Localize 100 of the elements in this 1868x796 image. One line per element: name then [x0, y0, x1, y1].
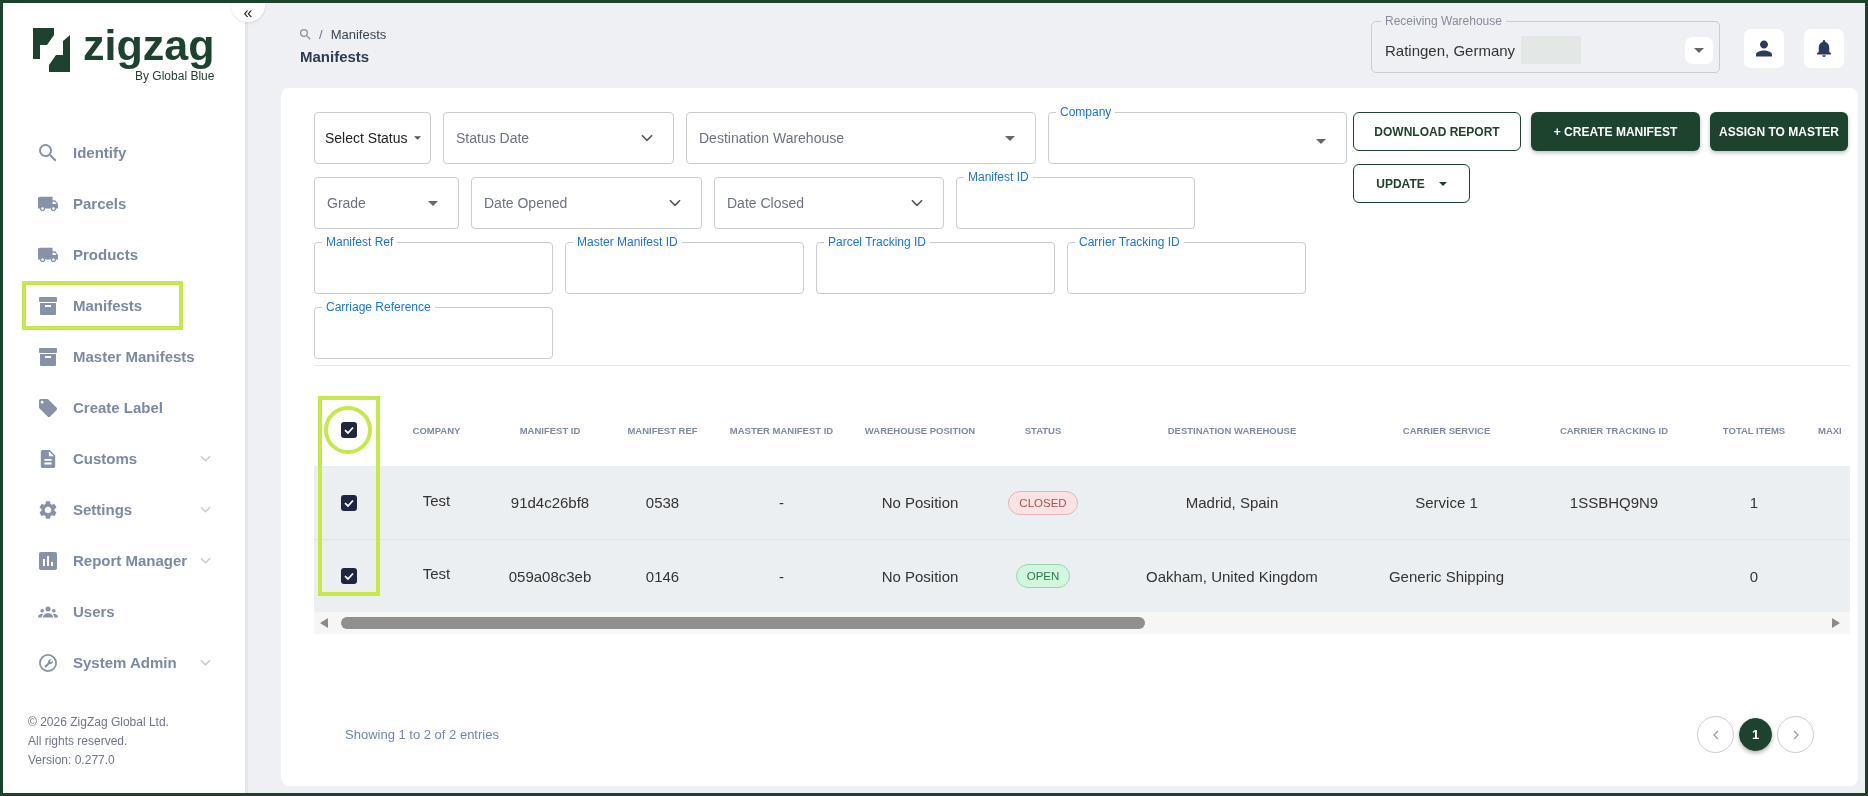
column-header: MANIFEST ID — [519, 424, 581, 436]
search-icon — [300, 28, 311, 40]
table-cell: Oakham, United Kingdom — [1146, 567, 1318, 585]
column-header: TOTAL ITEMS — [1722, 424, 1786, 436]
column-header: MAXI — [1818, 424, 1842, 436]
page-title: Manifests — [300, 47, 371, 65]
bell-icon — [1816, 40, 1832, 57]
chevron-down-icon — [669, 199, 681, 207]
dropdown-field[interactable]: Destination Warehouse — [686, 112, 1036, 164]
column-header: CARRIER TRACKING ID — [1559, 424, 1669, 436]
status-select[interactable]: Select Status — [314, 112, 431, 164]
person-icon — [1756, 40, 1772, 57]
sidebar-item[interactable]: Manifests — [22, 281, 225, 330]
input-field[interactable]: Manifest Ref — [314, 235, 553, 294]
scrollbar-thumb[interactable] — [341, 617, 1145, 629]
checkbox[interactable] — [341, 568, 357, 584]
notifications-button[interactable] — [1804, 29, 1844, 68]
table-cell: 91d4c26bf8 — [510, 494, 590, 511]
action-button[interactable]: ASSIGN TO MASTER — [1710, 112, 1848, 151]
sidebar-item[interactable]: System Admin — [22, 638, 225, 687]
logo-tagline: By Global Blue — [135, 69, 215, 83]
chevron-right-icon — [1792, 729, 1799, 740]
sidebar-item[interactable]: Customs — [22, 434, 225, 483]
chevron-down-icon — [200, 659, 211, 666]
sidebar-item[interactable]: Settings — [22, 485, 225, 534]
footer-text: All rights reserved. — [28, 733, 129, 750]
right-arrow-icon[interactable] — [1832, 618, 1840, 628]
table-cell: 1SSBHQ9N9 — [1569, 494, 1659, 511]
footer-text: Version: 0.277.0 — [28, 752, 116, 769]
checkbox[interactable] — [341, 422, 357, 438]
checkbox[interactable] — [341, 494, 357, 511]
column-header: WAREHOUSE POSITION — [864, 424, 976, 436]
left-arrow-icon[interactable] — [320, 618, 328, 628]
tag-icon — [38, 398, 58, 417]
action-button[interactable]: + CREATE MANIFEST — [1531, 112, 1700, 151]
column-header: MASTER MANIFEST ID — [729, 424, 834, 436]
chevron-down-icon — [200, 557, 211, 564]
dropdown-field[interactable]: Grade — [314, 177, 459, 229]
table-cell: 0 — [1749, 567, 1759, 585]
table-cell: - — [779, 494, 784, 511]
caret-icon — [1005, 135, 1015, 141]
archive-box-icon — [38, 296, 58, 315]
date-field[interactable]: Date Closed — [714, 177, 944, 229]
sidebar-item[interactable]: Users — [22, 587, 225, 636]
input-field[interactable]: Manifest ID — [956, 170, 1195, 229]
table-cell: Test — [422, 565, 451, 582]
chevron-down-icon — [641, 134, 653, 142]
page-button[interactable]: 1 — [1739, 718, 1772, 751]
column-header: COMPANY — [412, 424, 461, 436]
highlight-ring — [324, 406, 372, 454]
search-icon — [38, 143, 58, 162]
chevron-left-icon — [1712, 729, 1719, 740]
update-menu-button[interactable]: UPDATE — [1353, 164, 1470, 203]
table-cell: Madrid, Spain — [1185, 494, 1279, 511]
table-cell: Generic Shipping — [1388, 567, 1505, 585]
table-cell: Test — [422, 491, 451, 509]
date-field[interactable]: Status Date — [443, 112, 674, 164]
caret-icon — [1694, 47, 1704, 53]
warehouse-select[interactable]: Receiving Warehouse Ratingen, Germany — [1371, 14, 1720, 73]
sidebar-item[interactable]: Parcels — [22, 179, 225, 228]
chevron-down-icon — [200, 455, 211, 462]
input-field[interactable]: Parcel Tracking ID — [816, 235, 1055, 294]
dropdown-button[interactable] — [1685, 36, 1713, 64]
input-field[interactable]: Carriage Reference — [314, 300, 553, 359]
truck-icon — [38, 245, 58, 264]
logo-wordmark: zigzag — [83, 20, 215, 70]
column-header: DESTINATION WAREHOUSE — [1167, 424, 1297, 436]
logo-icon — [33, 28, 70, 72]
table-cell: 1 — [1749, 494, 1759, 511]
table-cell: No Position — [881, 567, 959, 585]
chevron-down-icon — [911, 199, 923, 207]
caret-icon — [1316, 138, 1326, 144]
sidebar-item[interactable]: Create Label — [22, 383, 225, 432]
table-cell: 0146 — [645, 567, 680, 585]
column-header: CARRIER SERVICE — [1402, 424, 1491, 436]
profile-button[interactable] — [1744, 29, 1784, 68]
combo-field[interactable]: Company — [1048, 105, 1347, 164]
download-report-button[interactable]: DOWNLOAD REPORT — [1353, 112, 1521, 151]
table-cell: No Position — [881, 494, 959, 511]
input-field[interactable]: Carrier Tracking ID — [1067, 235, 1306, 294]
entries-summary: Showing 1 to 2 of 2 entries — [345, 727, 499, 742]
caret-icon — [428, 200, 438, 206]
input-field[interactable]: Master Manifest ID — [565, 235, 804, 294]
sidebar-item[interactable]: Products — [22, 230, 225, 279]
archive-box-icon — [38, 347, 58, 366]
wrench-icon — [38, 653, 58, 672]
sidebar-item[interactable]: Report Manager — [22, 536, 225, 585]
caret-icon — [413, 136, 421, 140]
footer-text: © 2026 ZigZag Global Ltd. — [28, 714, 170, 731]
table-cell: Service 1 — [1415, 494, 1478, 511]
breadcrumb-link[interactable]: Manifests — [330, 26, 387, 42]
settings-icon — [38, 500, 58, 519]
document-icon — [38, 449, 58, 468]
caret-icon — [1438, 181, 1447, 186]
sidebar-item[interactable]: Master Manifests — [22, 332, 225, 381]
status-badge: CLOSED — [1008, 490, 1078, 515]
scrollbar-track[interactable] — [314, 612, 1850, 634]
date-field[interactable]: Date Opened — [471, 177, 702, 229]
table-cell: 0538 — [645, 494, 680, 511]
sidebar-item[interactable]: Identify — [22, 128, 225, 177]
